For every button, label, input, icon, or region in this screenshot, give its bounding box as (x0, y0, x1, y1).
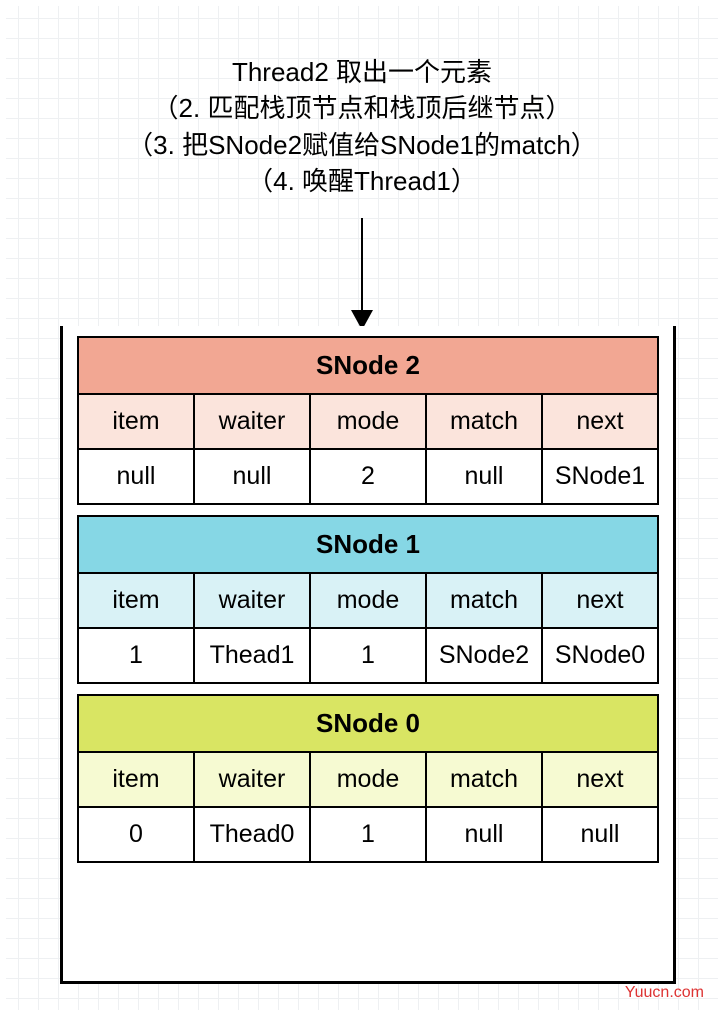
caption-line-4: （4. 唤醒Thread1） (6, 163, 718, 199)
snode-2: SNode 2 item waiter mode match next null… (77, 336, 659, 505)
snode-2-item: null (79, 450, 195, 503)
col-next: next (543, 753, 657, 806)
snode-2-next: SNode1 (543, 450, 657, 503)
col-match: match (427, 395, 543, 448)
caption-line-2: （2. 匹配栈顶节点和栈顶后继节点） (6, 90, 718, 126)
snode-0-next: null (543, 808, 657, 861)
caption-line-3: （3. 把SNode2赋值给SNode1的match） (6, 127, 718, 163)
col-waiter: waiter (195, 574, 311, 627)
snode-1-values: 1 Thead1 1 SNode2 SNode0 (79, 629, 657, 682)
watermark: Yuucn.com (625, 984, 704, 1002)
snode-2-values: null null 2 null SNode1 (79, 450, 657, 503)
snode-0-title: SNode 0 (79, 696, 657, 753)
col-item: item (79, 574, 195, 627)
col-item: item (79, 753, 195, 806)
snode-2-title: SNode 2 (79, 338, 657, 395)
col-match: match (427, 753, 543, 806)
snode-2-labels: item waiter mode match next (79, 395, 657, 450)
snode-2-match: null (427, 450, 543, 503)
caption-line-1: Thread2 取出一个元素 (6, 54, 718, 90)
stack-container: SNode 2 item waiter mode match next null… (60, 326, 676, 984)
col-next: next (543, 574, 657, 627)
snode-0-waiter: Thead0 (195, 808, 311, 861)
snode-0-values: 0 Thead0 1 null null (79, 808, 657, 861)
snode-0-item: 0 (79, 808, 195, 861)
snode-1-labels: item waiter mode match next (79, 574, 657, 629)
col-mode: mode (311, 395, 427, 448)
snode-1-item: 1 (79, 629, 195, 682)
col-match: match (427, 574, 543, 627)
col-item: item (79, 395, 195, 448)
snode-0: SNode 0 item waiter mode match next 0 Th… (77, 694, 659, 863)
snode-1-title: SNode 1 (79, 517, 657, 574)
snode-2-mode: 2 (311, 450, 427, 503)
snode-1: SNode 1 item waiter mode match next 1 Th… (77, 515, 659, 684)
caption-block: Thread2 取出一个元素 （2. 匹配栈顶节点和栈顶后继节点） （3. 把S… (6, 6, 718, 200)
snode-1-mode: 1 (311, 629, 427, 682)
col-next: next (543, 395, 657, 448)
snode-1-next: SNode0 (543, 629, 657, 682)
col-waiter: waiter (195, 753, 311, 806)
arrow-down-icon (361, 218, 363, 328)
snode-2-waiter: null (195, 450, 311, 503)
col-mode: mode (311, 753, 427, 806)
col-waiter: waiter (195, 395, 311, 448)
col-mode: mode (311, 574, 427, 627)
snode-0-match: null (427, 808, 543, 861)
snode-1-waiter: Thead1 (195, 629, 311, 682)
snode-0-labels: item waiter mode match next (79, 753, 657, 808)
snode-0-mode: 1 (311, 808, 427, 861)
snode-1-match: SNode2 (427, 629, 543, 682)
